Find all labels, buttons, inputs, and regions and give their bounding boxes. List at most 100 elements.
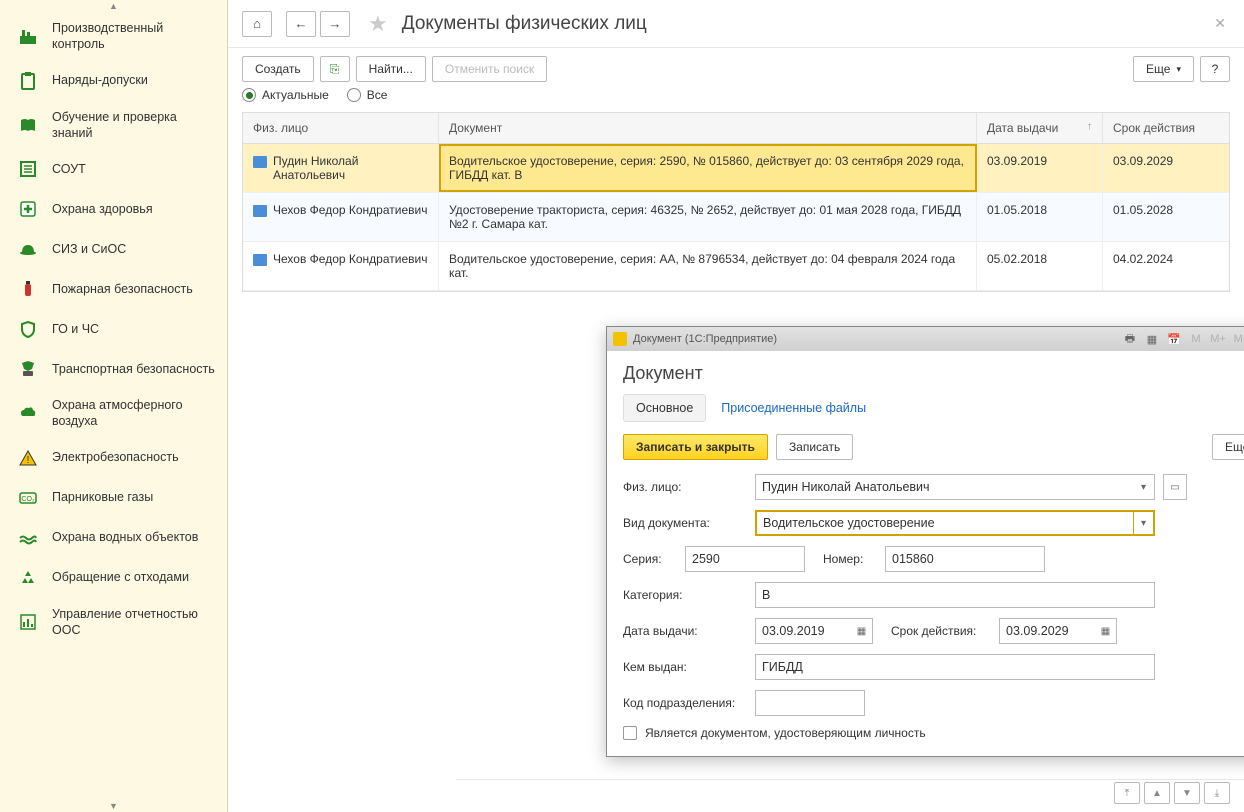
calendar-picker-icon[interactable]: ▦ xyxy=(851,618,873,644)
sidebar-item-4[interactable]: Охрана здоровья xyxy=(0,189,227,229)
dialog-more-button[interactable]: Еще xyxy=(1212,434,1244,460)
sidebar-label: Электробезопасность xyxy=(52,449,179,465)
save-button[interactable]: Записать xyxy=(776,434,853,460)
page-title: Документы физических лиц xyxy=(402,13,647,35)
filter-actual[interactable]: Актуальные xyxy=(242,88,329,102)
card-icon xyxy=(253,156,267,168)
sidebar-label: Охрана водных объектов xyxy=(52,529,198,545)
sidebar-item-2[interactable]: Обучение и проверка знаний xyxy=(0,101,227,150)
print-icon[interactable]: 🖶 xyxy=(1121,331,1139,347)
table-row[interactable]: Чехов Федор Кондратиевич Водительское уд… xyxy=(243,242,1229,291)
doc-type-label: Вид документа: xyxy=(623,516,747,530)
list-toolbar: Создать ⎘ Найти... Отменить поиск Еще ? xyxy=(228,48,1244,86)
save-close-button[interactable]: Записать и закрыть xyxy=(623,434,768,460)
close-tab-button[interactable]: ✕ xyxy=(1210,11,1230,36)
th-document[interactable]: Документ xyxy=(439,113,977,143)
series-input[interactable]: 2590 xyxy=(685,546,805,572)
create-button[interactable]: Создать xyxy=(242,56,314,82)
sidebar-item-3[interactable]: СОУТ xyxy=(0,149,227,189)
calendar-picker-icon[interactable]: ▦ xyxy=(1095,618,1117,644)
issue-date-input[interactable]: 03.09.2019 xyxy=(755,618,851,644)
helmet-icon xyxy=(16,237,40,261)
table-row[interactable]: Чехов Федор Кондратиевич Удостоверение т… xyxy=(243,193,1229,242)
m-icon: M xyxy=(1187,331,1205,347)
th-expiry[interactable]: Срок действия xyxy=(1103,113,1229,143)
card-icon xyxy=(253,254,267,266)
sidebar-item-13[interactable]: Обращение с отходами xyxy=(0,558,227,598)
car-shield-icon xyxy=(16,357,40,381)
nav-first-button[interactable]: ⤒ xyxy=(1114,782,1140,804)
expiry-input[interactable]: 03.09.2029 xyxy=(999,618,1095,644)
sidebar-item-11[interactable]: CO₂ Парниковые газы xyxy=(0,478,227,518)
filter-all[interactable]: Все xyxy=(347,88,388,102)
filter-actual-label: Актуальные xyxy=(262,88,329,102)
shield-icon xyxy=(16,317,40,341)
tab-main[interactable]: Основное xyxy=(623,394,706,422)
nav-down-button[interactable]: ▼ xyxy=(1174,782,1200,804)
dept-code-input[interactable] xyxy=(755,690,865,716)
category-label: Категория: xyxy=(623,588,747,602)
dialog-tabs: Основное Присоединенные файлы xyxy=(623,394,1244,422)
nav-last-button[interactable]: ⤓ xyxy=(1204,782,1230,804)
cell-document: Удостоверение тракториста, серия: 46325,… xyxy=(439,193,977,241)
sidebar-item-7[interactable]: ГО и ЧС xyxy=(0,309,227,349)
identity-doc-checkbox[interactable] xyxy=(623,726,637,740)
cell-expiry: 03.09.2029 xyxy=(1103,144,1229,192)
cell-issue-date: 05.02.2018 xyxy=(977,242,1103,290)
sidebar: ▲ Производственный контроль Наряды-допус… xyxy=(0,0,228,812)
sidebar-item-9[interactable]: Охрана атмосферного воздуха xyxy=(0,389,227,438)
home-button[interactable]: ⌂ xyxy=(242,11,272,37)
th-person[interactable]: Физ. лицо xyxy=(243,113,439,143)
sidebar-item-0[interactable]: Производственный контроль xyxy=(0,12,227,61)
sidebar-label: СИЗ и СиОС xyxy=(52,241,126,257)
cell-expiry: 01.05.2028 xyxy=(1103,193,1229,241)
dialog-toolbar: Записать и закрыть Записать Еще ? xyxy=(623,434,1244,460)
sidebar-item-6[interactable]: Пожарная безопасность xyxy=(0,269,227,309)
sidebar-item-12[interactable]: Охрана водных объектов xyxy=(0,518,227,558)
find-button[interactable]: Найти... xyxy=(356,56,426,82)
svg-text:!: ! xyxy=(27,455,30,466)
nav-up-button[interactable]: ▲ xyxy=(1144,782,1170,804)
m-plus-icon: M+ xyxy=(1209,331,1227,347)
sidebar-label: Пожарная безопасность xyxy=(52,281,193,297)
more-button[interactable]: Еще xyxy=(1133,56,1194,82)
sidebar-item-10[interactable]: ! Электробезопасность xyxy=(0,438,227,478)
sidebar-scroll-up[interactable]: ▲ xyxy=(0,0,227,12)
topbar: ⌂ ← → ★ Документы физических лиц ✕ xyxy=(228,0,1244,48)
sidebar-scroll-down[interactable]: ▼ xyxy=(0,800,227,812)
cell-expiry: 04.02.2024 xyxy=(1103,242,1229,290)
identity-doc-label: Является документом, удостоверяющим личн… xyxy=(645,726,926,740)
back-button[interactable]: ← xyxy=(286,11,316,37)
sidebar-label: Охрана атмосферного воздуха xyxy=(52,397,217,430)
sidebar-item-1[interactable]: Наряды-допуски xyxy=(0,61,227,101)
favorite-star-icon[interactable]: ★ xyxy=(368,11,388,37)
app-logo-icon xyxy=(613,332,627,346)
copy-button[interactable]: ⎘ xyxy=(320,56,350,82)
category-input[interactable]: B xyxy=(755,582,1155,608)
open-ref-button[interactable]: ▭ xyxy=(1163,474,1187,500)
warning-icon: ! xyxy=(16,446,40,470)
table-row[interactable]: Пудин Николай Анатольевич Водительское у… xyxy=(243,144,1229,193)
forward-button[interactable]: → xyxy=(320,11,350,37)
health-icon xyxy=(16,197,40,221)
dialog-titlebar[interactable]: Документ (1С:Предприятие) 🖶 ▦ 📅 M M+ M- … xyxy=(607,327,1244,351)
sidebar-label: Охрана здоровья xyxy=(52,201,153,217)
doc-type-input[interactable]: Водительское удостоверение xyxy=(755,510,1133,536)
fire-extinguisher-icon xyxy=(16,277,40,301)
number-input[interactable]: 015860 xyxy=(885,546,1045,572)
sidebar-item-5[interactable]: СИЗ и СиОС xyxy=(0,229,227,269)
cancel-search-button[interactable]: Отменить поиск xyxy=(432,56,547,82)
person-input[interactable]: Пудин Николай Анатольевич xyxy=(755,474,1133,500)
issued-by-input[interactable]: ГИБДД xyxy=(755,654,1155,680)
dropdown-icon[interactable]: ▾ xyxy=(1133,510,1155,536)
tab-files[interactable]: Присоединенные файлы xyxy=(708,394,879,422)
sidebar-item-14[interactable]: Управление отчетностью ООС xyxy=(0,598,227,647)
cell-document: Водительское удостоверение, серия: АА, №… xyxy=(439,242,977,290)
cell-issue-date: 03.09.2019 xyxy=(977,144,1103,192)
help-button[interactable]: ? xyxy=(1200,56,1230,82)
dropdown-icon[interactable]: ▾ xyxy=(1133,474,1155,500)
sidebar-item-8[interactable]: Транспортная безопасность xyxy=(0,349,227,389)
calc-icon[interactable]: ▦ xyxy=(1143,331,1161,347)
th-issue-date[interactable]: Дата выдачи↑ xyxy=(977,113,1103,143)
calendar-icon[interactable]: 📅 xyxy=(1165,331,1183,347)
